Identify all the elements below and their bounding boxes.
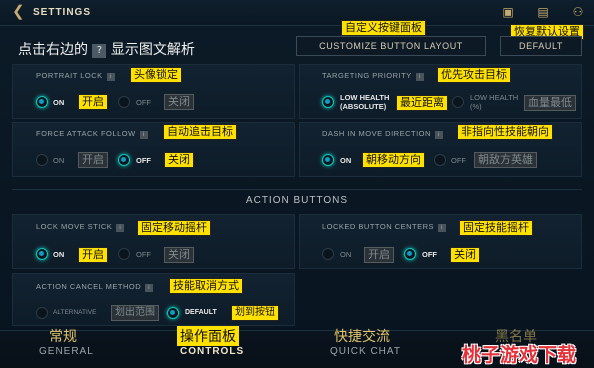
lock-move-off-radio[interactable] bbox=[118, 248, 130, 260]
tab-quick-chat[interactable]: QUICK CHAT bbox=[330, 346, 401, 357]
nav-controls-annotation: 操作面板 bbox=[177, 326, 239, 346]
dash-move-off-label: OFF bbox=[451, 156, 466, 165]
force-attack-label: FORCE ATTACK FOLLOW i bbox=[36, 129, 148, 139]
locked-button-label: LOCKED BUTTON CENTERS i bbox=[322, 222, 447, 232]
locked-button-on-annotation: 开启 bbox=[364, 247, 394, 263]
info-icon[interactable]: i bbox=[139, 131, 148, 139]
watermark: 桃子游戏下载 bbox=[462, 344, 577, 366]
portrait-lock-annotation: 头像锁定 bbox=[130, 67, 182, 83]
hint-prefix: 点击右边的 bbox=[18, 42, 88, 58]
info-icon[interactable]: i bbox=[434, 131, 443, 139]
targeting-opt2-annotation: 血量最低 bbox=[524, 95, 576, 111]
dash-move-on-label: ON bbox=[340, 156, 352, 165]
portrait-lock-on-annotation: 开启 bbox=[78, 94, 108, 110]
targeting-priority-annotation: 优先攻击目标 bbox=[437, 67, 511, 83]
force-attack-off-radio[interactable] bbox=[118, 154, 130, 166]
bag-icon[interactable]: ▣ bbox=[500, 5, 516, 19]
action-cancel-opt1-annotation: 划出范围 bbox=[111, 305, 159, 321]
lock-move-on-label: ON bbox=[53, 250, 65, 259]
back-chevron-icon[interactable]: ❮ bbox=[12, 4, 25, 20]
customize-button-layout-button[interactable]: CUSTOMIZE BUTTON LAYOUT bbox=[296, 36, 486, 56]
tab-controls[interactable]: CONTROLS bbox=[180, 346, 244, 357]
dash-move-label: DASH IN MOVE DIRECTION i bbox=[322, 129, 443, 139]
info-icon[interactable]: i bbox=[116, 224, 125, 232]
locked-button-on-radio[interactable] bbox=[322, 248, 334, 260]
locked-button-on-label: ON bbox=[340, 250, 352, 259]
help-icon[interactable]: ? bbox=[92, 44, 107, 58]
action-cancel-annotation: 技能取消方式 bbox=[169, 278, 243, 294]
lock-move-label: LOCK MOVE STICK i bbox=[36, 222, 125, 232]
nav-general-annotation: 常规 bbox=[49, 329, 77, 345]
force-attack-on-label: ON bbox=[53, 156, 65, 165]
action-cancel-opt2-annotation: 划到按钮 bbox=[231, 305, 279, 321]
action-cancel-alternative-radio[interactable] bbox=[36, 307, 48, 319]
dash-move-off-radio[interactable] bbox=[434, 154, 446, 166]
lock-move-off-label: OFF bbox=[136, 250, 151, 259]
dash-move-on-annotation: 朝移动方向 bbox=[362, 152, 425, 168]
chat-icon[interactable]: ▤ bbox=[535, 5, 551, 19]
locked-button-off-radio[interactable] bbox=[404, 248, 416, 260]
info-icon[interactable]: i bbox=[145, 284, 154, 292]
info-icon[interactable]: i bbox=[415, 73, 424, 81]
section-title: ACTION BUTTONS bbox=[245, 195, 349, 206]
hint-suffix: 显示图文解析 bbox=[110, 42, 195, 58]
dash-move-annotation: 非指向性技能朝向 bbox=[457, 124, 553, 140]
locked-button-annotation: 固定技能摇杆 bbox=[459, 220, 533, 236]
force-attack-off-label: OFF bbox=[136, 156, 151, 165]
portrait-lock-on-label: ON bbox=[53, 98, 65, 107]
action-cancel-label: ACTION CANCEL METHOD i bbox=[36, 282, 154, 292]
lock-move-on-radio[interactable] bbox=[36, 248, 48, 260]
force-attack-off-annotation: 关闭 bbox=[164, 152, 194, 168]
top-bar: ❮ SETTINGS ▣ ▤ ⚇ bbox=[0, 0, 594, 26]
customize-annotation: 自定义按键面板 bbox=[341, 20, 426, 36]
info-icon[interactable]: i bbox=[106, 73, 115, 81]
portrait-lock-label: PORTRAIT LOCK i bbox=[36, 71, 115, 81]
targeting-opt1-annotation: 最近距离 bbox=[396, 95, 448, 111]
info-icon[interactable]: i bbox=[438, 224, 447, 232]
lock-move-off-annotation: 关闭 bbox=[164, 247, 194, 263]
targeting-opt2-label: LOW HEALTH (%) bbox=[470, 93, 519, 111]
dash-move-on-radio[interactable] bbox=[322, 154, 334, 166]
locked-button-off-label: OFF bbox=[422, 250, 437, 259]
action-cancel-opt1-label: ALTERNATIVE bbox=[53, 309, 97, 316]
targeting-priority-label: TARGETING PRIORITY i bbox=[322, 71, 424, 81]
friends-icon[interactable]: ⚇ bbox=[570, 5, 586, 19]
dash-move-off-annotation: 朝敌方英雄 bbox=[474, 152, 537, 168]
force-attack-on-annotation: 开启 bbox=[78, 152, 108, 168]
action-cancel-opt2-label: DEFAULT bbox=[185, 309, 217, 316]
force-attack-annotation: 自动追击目标 bbox=[163, 124, 237, 140]
tab-general[interactable]: GENERAL bbox=[39, 346, 94, 357]
force-attack-on-radio[interactable] bbox=[36, 154, 48, 166]
portrait-lock-on-radio[interactable] bbox=[36, 96, 48, 108]
targeting-low-health-absolute-radio[interactable] bbox=[322, 96, 334, 108]
section-divider bbox=[12, 189, 582, 190]
lock-move-on-annotation: 开启 bbox=[78, 247, 108, 263]
default-button[interactable]: DEFAULT bbox=[500, 36, 582, 56]
targeting-low-health-percent-radio[interactable] bbox=[452, 96, 464, 108]
page-title: SETTINGS bbox=[33, 7, 92, 18]
nav-quickchat-annotation: 快捷交流 bbox=[334, 329, 390, 345]
action-cancel-default-radio[interactable] bbox=[167, 307, 179, 319]
targeting-opt1-label: LOW HEALTH (ABSOLUTE) bbox=[340, 93, 390, 111]
locked-button-off-annotation: 关闭 bbox=[450, 247, 480, 263]
portrait-lock-off-radio[interactable] bbox=[118, 96, 130, 108]
hint-title: 点击右边的 ? 显示图文解析 bbox=[18, 39, 195, 59]
portrait-lock-off-annotation: 关闭 bbox=[164, 94, 194, 110]
portrait-lock-off-label: OFF bbox=[136, 98, 151, 107]
lock-move-annotation: 固定移动摇杆 bbox=[137, 220, 211, 236]
